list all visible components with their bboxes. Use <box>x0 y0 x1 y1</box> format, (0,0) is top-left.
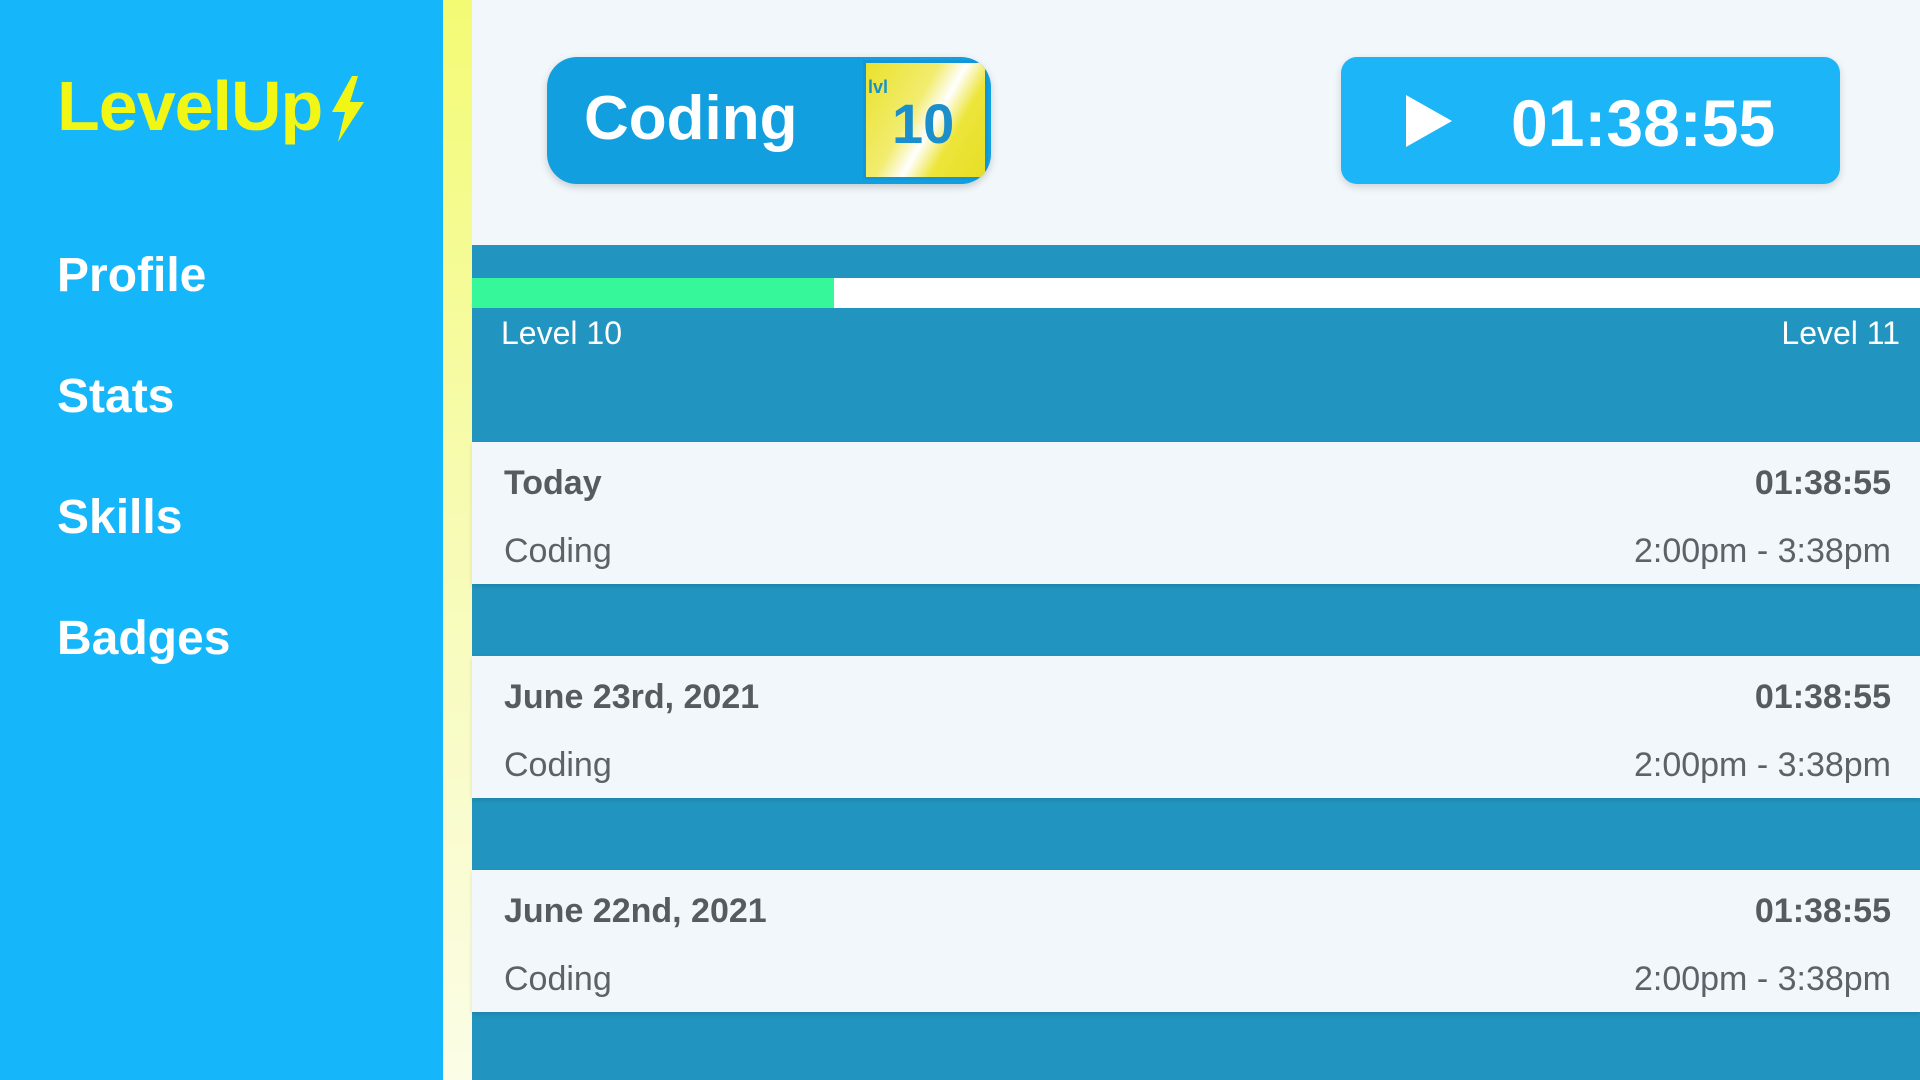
session-list: Today 01:38:55 Coding 2:00pm - 3:38pm Ju… <box>472 442 1920 1080</box>
sidebar-item-profile[interactable]: Profile <box>57 240 230 361</box>
lightning-bolt-icon <box>332 76 365 142</box>
session-entry[interactable]: Today 01:38:55 Coding 2:00pm - 3:38pm <box>472 442 1920 584</box>
session-entry[interactable]: June 22nd, 2021 01:38:55 Coding 2:00pm -… <box>472 870 1920 1012</box>
sidebar-divider <box>443 0 472 1080</box>
session-date: June 22nd, 2021 <box>504 892 767 930</box>
sidebar-item-badges[interactable]: Badges <box>57 603 230 724</box>
session-entry[interactable]: June 23rd, 2021 01:38:55 Coding 2:00pm -… <box>472 656 1920 798</box>
session-time-range: 2:00pm - 3:38pm <box>1633 960 1891 998</box>
session-time-range: 2:00pm - 3:38pm <box>1633 532 1891 570</box>
session-activity: Coding <box>504 532 612 570</box>
session-activity: Coding <box>504 960 612 998</box>
level-badge-number: 10 <box>892 92 955 155</box>
timer-display: 01:38:55 <box>1511 86 1776 160</box>
session-duration: 01:38:55 <box>1754 678 1891 716</box>
progress-start-label: Level 10 <box>501 315 622 351</box>
sidebar: LevelUp Profile Stats Skills Badges <box>0 0 443 1080</box>
logo-text: LevelUp <box>57 67 323 145</box>
session-panel: Level 10 Level 11 Today 01:38:55 Coding … <box>472 245 1920 1080</box>
session-duration: 01:38:55 <box>1754 892 1891 930</box>
session-duration: 01:38:55 <box>1754 464 1891 502</box>
session-activity: Coding <box>504 746 612 784</box>
app-root: LevelUp Profile Stats Skills Badges Codi… <box>0 0 1920 1080</box>
sidebar-item-stats[interactable]: Stats <box>57 361 230 482</box>
play-icon[interactable] <box>1402 93 1454 149</box>
level-badge: lvl 10 <box>863 60 988 180</box>
current-skill-card[interactable]: Coding lvl 10 <box>547 57 991 184</box>
level-progress-bar <box>472 278 1920 308</box>
logo[interactable]: LevelUp <box>57 66 366 146</box>
skill-name: Coding <box>584 84 798 153</box>
sidebar-nav: Profile Stats Skills Badges <box>57 240 230 724</box>
session-date: June 23rd, 2021 <box>504 678 760 716</box>
level-progress-fill <box>472 278 834 308</box>
session-time-range: 2:00pm - 3:38pm <box>1633 746 1891 784</box>
session-date: Today <box>504 464 602 502</box>
progress-end-label: Level 11 <box>1781 315 1900 351</box>
sidebar-item-skills[interactable]: Skills <box>57 482 230 603</box>
timer-button[interactable]: 01:38:55 <box>1341 57 1840 184</box>
level-badge-label: lvl <box>868 77 889 97</box>
